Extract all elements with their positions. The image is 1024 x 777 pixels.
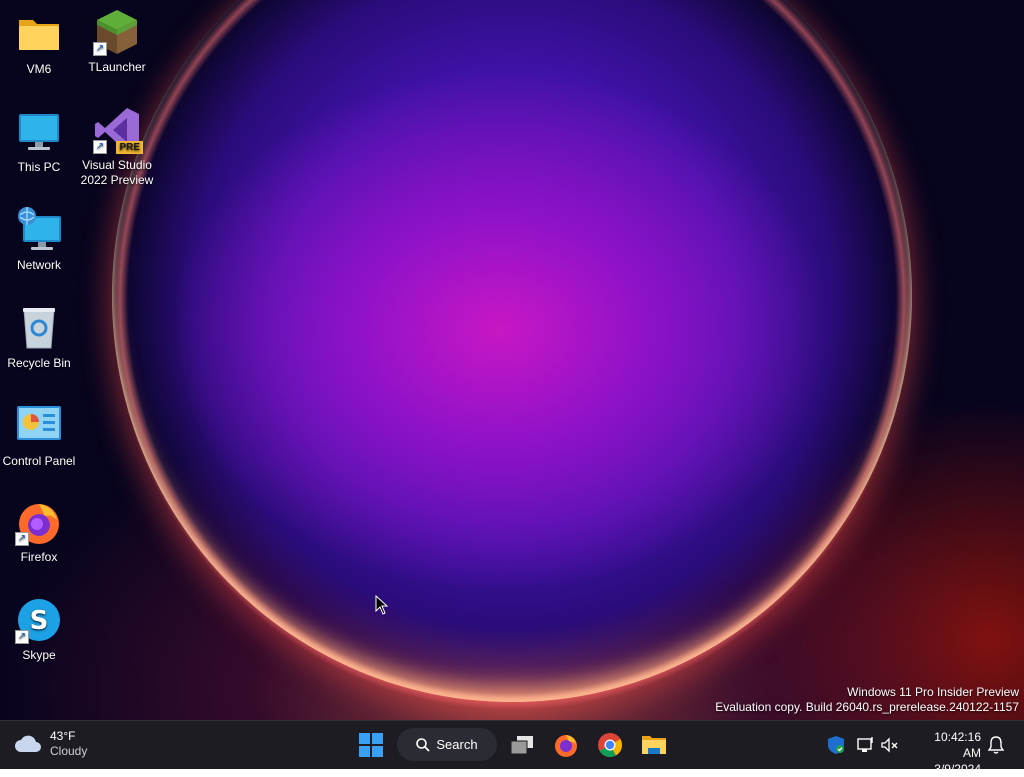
computer-icon [15, 108, 63, 156]
windows-logo-icon [359, 733, 383, 757]
icon-label: Recycle Bin [7, 356, 71, 370]
desktop-icon-skype[interactable]: S ↗ Skype [0, 596, 78, 663]
network-globe-icon [15, 206, 63, 254]
shield-icon[interactable] [826, 735, 846, 755]
watermark-edition: Windows 11 Pro Insider Preview [847, 685, 1019, 699]
shortcut-arrow-icon: ↗ [15, 630, 29, 644]
icon-label: TLauncher [88, 60, 146, 74]
desktop[interactable]: VM6 This PC Network Recycle Bin Control … [0, 0, 1024, 720]
icon-label: This PC [17, 160, 61, 174]
shortcut-arrow-icon: ↗ [93, 140, 107, 154]
icon-label: Skype [22, 648, 56, 662]
evaluation-watermark: Windows 11 Pro Insider Preview Evaluatio… [715, 685, 1019, 715]
control-panel-icon [15, 402, 63, 450]
mouse-cursor-icon [375, 594, 389, 620]
file-explorer-taskbar-button[interactable] [636, 727, 672, 763]
preview-badge: PRE [116, 141, 143, 154]
task-view-icon [510, 736, 533, 755]
chrome-taskbar-button[interactable] [592, 727, 628, 763]
clock[interactable]: 10:42:16 AM 3/9/2024 [934, 729, 981, 777]
desktop-icon-control-panel[interactable]: Control Panel [0, 402, 78, 469]
weather-widget[interactable]: 43°F Cloudy [14, 729, 87, 759]
taskbar: 43°F Cloudy Search 10:42:16 AM 3/9/2024 [0, 720, 1024, 776]
desktop-icon-vm6[interactable]: VM6 [0, 10, 78, 77]
cloud-icon [15, 735, 41, 752]
firefox-icon: ↗ [15, 498, 63, 546]
clock-date: 3/9/2024 [934, 762, 981, 776]
search-icon [416, 737, 431, 752]
skype-icon: S ↗ [15, 596, 63, 644]
volume-muted-icon[interactable] [880, 735, 900, 755]
task-view-button[interactable] [504, 727, 540, 763]
icon-label: Firefox [20, 550, 58, 564]
shortcut-arrow-icon: ↗ [15, 532, 29, 546]
folder-icon [15, 10, 63, 58]
watermark-build: Evaluation copy. Build 26040.rs_prerelea… [715, 700, 1019, 714]
clock-time: 10:42:16 AM [934, 730, 981, 760]
firefox-icon [555, 735, 577, 757]
search-button[interactable]: Search [397, 728, 497, 761]
icon-label: Network [16, 258, 61, 272]
svg-text:S: S [30, 606, 49, 636]
search-label: Search [436, 737, 478, 752]
firefox-taskbar-button[interactable] [548, 727, 584, 763]
wallpaper-glow [112, 0, 912, 702]
desktop-icon-network[interactable]: Network [0, 206, 78, 273]
desktop-icon-tlauncher[interactable]: ↗ TLauncher [78, 8, 156, 75]
weather-condition: Cloudy [50, 744, 88, 758]
chrome-icon [598, 733, 622, 758]
weather-temperature: 43°F [50, 729, 76, 743]
desktop-icon-visual-studio[interactable]: PRE ↗ Visual Studio 2022 Preview [78, 106, 156, 188]
icon-label: Visual Studio 2022 Preview [80, 158, 154, 187]
folder-icon [642, 736, 666, 754]
icon-label: Control Panel [2, 454, 76, 468]
desktop-icon-recycle-bin[interactable]: Recycle Bin [0, 304, 78, 371]
icon-label: VM6 [26, 62, 52, 76]
minecraft-grass-block-icon: ↗ [93, 8, 141, 56]
network-icon[interactable] [856, 735, 876, 755]
shortcut-arrow-icon: ↗ [93, 42, 107, 56]
visual-studio-icon: PRE ↗ [93, 106, 143, 154]
desktop-icon-this-pc[interactable]: This PC [0, 108, 78, 175]
recycle-bin-icon [15, 304, 63, 352]
desktop-icon-firefox[interactable]: ↗ Firefox [0, 498, 78, 565]
notification-bell-icon[interactable] [986, 735, 1006, 755]
start-button[interactable] [353, 727, 389, 763]
